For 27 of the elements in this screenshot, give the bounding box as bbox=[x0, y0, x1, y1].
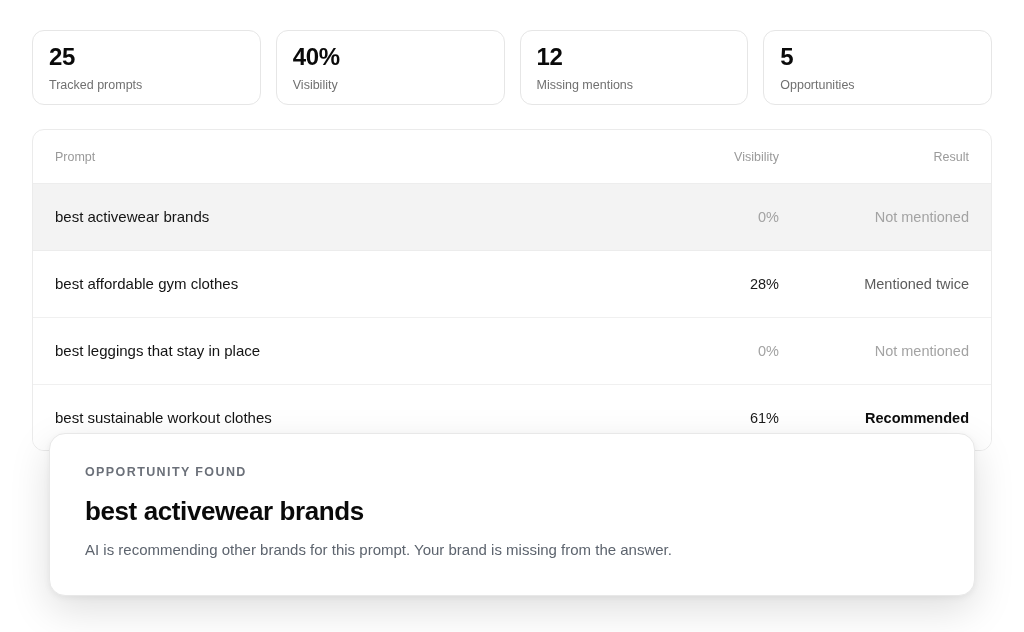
prompt-cell: best activewear brands bbox=[55, 208, 210, 225]
table-row[interactable]: best activewear brands 0% Not mentioned bbox=[33, 184, 991, 251]
stat-label: Opportunities bbox=[780, 77, 856, 93]
visibility-cell: 0% bbox=[758, 343, 779, 359]
stat-value: 5 bbox=[780, 43, 795, 71]
stat-label: Visibility bbox=[292, 77, 339, 93]
stat-value: 12 bbox=[536, 43, 564, 71]
result-cell: Mentioned twice bbox=[864, 276, 969, 292]
stat-label: Tracked prompts bbox=[49, 77, 144, 93]
stat-value: 40% bbox=[292, 43, 341, 71]
result-cell: Recommended bbox=[865, 410, 969, 426]
result-cell: Not mentioned bbox=[874, 343, 969, 359]
column-header: Result bbox=[932, 149, 969, 164]
stat-value: 25 bbox=[49, 43, 77, 71]
stat-label: Missing mentions bbox=[536, 77, 635, 93]
callout-label: OPPORTUNITY FOUND bbox=[85, 464, 248, 480]
prompt-cell: best affordable gym clothes bbox=[55, 275, 239, 292]
column-header: Visibility bbox=[733, 149, 779, 164]
prompt-cell: best leggings that stay in place bbox=[55, 342, 261, 359]
callout-text: AI is recommending other brands for this prompt. Your brand is missing from the answer. bbox=[85, 540, 673, 560]
column-header: Prompt bbox=[55, 149, 97, 164]
visibility-cell: 0% bbox=[758, 209, 779, 225]
prompt-cell: best sustainable workout clothes bbox=[55, 409, 272, 426]
visibility-cell: 61% bbox=[749, 410, 779, 426]
visibility-cell: 28% bbox=[749, 276, 779, 292]
result-cell: Not mentioned bbox=[874, 209, 969, 225]
callout-title: best activewear brands bbox=[85, 496, 365, 526]
